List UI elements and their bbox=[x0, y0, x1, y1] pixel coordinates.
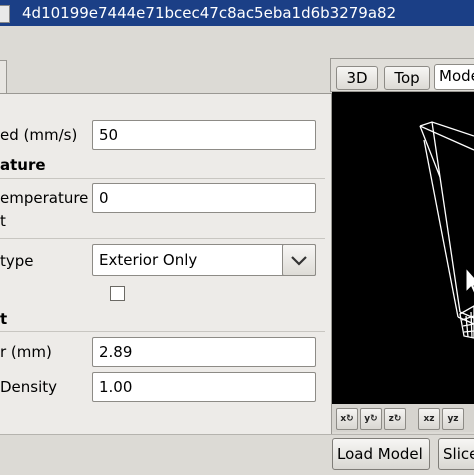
axis-toolbar: x↻ y↻ z↻ xz yz bbox=[332, 404, 474, 432]
print-speed-input[interactable]: 50 bbox=[92, 120, 316, 150]
slice-button[interactable]: Slice bbox=[438, 438, 474, 470]
option-checkbox[interactable] bbox=[110, 286, 125, 301]
model-viewport[interactable] bbox=[332, 92, 474, 404]
filament-section-header: t bbox=[0, 310, 8, 328]
temperature-label: emperature bbox=[0, 189, 89, 207]
settings-tab[interactable] bbox=[0, 60, 7, 95]
view-3d-button[interactable]: 3D bbox=[336, 66, 378, 90]
rotate-z-button[interactable]: z↻ bbox=[384, 408, 406, 430]
view-model-button[interactable]: Mode bbox=[434, 64, 474, 90]
window-menu-icon[interactable] bbox=[0, 5, 10, 23]
filament-density-input[interactable]: 1.00 bbox=[92, 372, 316, 402]
mouse-cursor-icon bbox=[465, 266, 474, 295]
filament-density-label: Density bbox=[0, 378, 58, 396]
section-divider bbox=[0, 178, 325, 179]
mirror-yz-button[interactable]: yz bbox=[442, 408, 464, 430]
temperature-section-header: ature bbox=[0, 156, 46, 174]
print-speed-label: ed (mm/s) bbox=[0, 126, 78, 144]
window-title-bar[interactable]: 4d10199e7444e71bcec47c8ac5eba1d6b3279a82 bbox=[0, 0, 474, 26]
window-title: 4d10199e7444e71bcec47c8ac5eba1d6b3279a82 bbox=[22, 4, 397, 22]
section-divider bbox=[0, 238, 325, 239]
section-divider bbox=[0, 331, 325, 332]
filament-diameter-label: r (mm) bbox=[0, 343, 52, 361]
support-type-select[interactable]: Exterior Only bbox=[92, 244, 316, 276]
support-type-value: Exterior Only bbox=[99, 251, 198, 269]
temperature-input[interactable]: 0 bbox=[92, 183, 316, 213]
support-type-label: type bbox=[0, 252, 34, 270]
rotate-y-button[interactable]: y↻ bbox=[360, 408, 382, 430]
chevron-down-icon[interactable] bbox=[282, 244, 316, 276]
load-model-button[interactable]: Load Model bbox=[332, 438, 430, 470]
view-top-button[interactable]: Top bbox=[384, 66, 430, 90]
rotate-x-button[interactable]: x↻ bbox=[336, 408, 358, 430]
wireframe-model bbox=[419, 121, 474, 339]
temperature-label-line2: t bbox=[0, 212, 6, 230]
mirror-xz-button[interactable]: xz bbox=[418, 408, 440, 430]
toolbar-area bbox=[0, 26, 474, 58]
filament-diameter-input[interactable]: 2.89 bbox=[92, 337, 316, 367]
